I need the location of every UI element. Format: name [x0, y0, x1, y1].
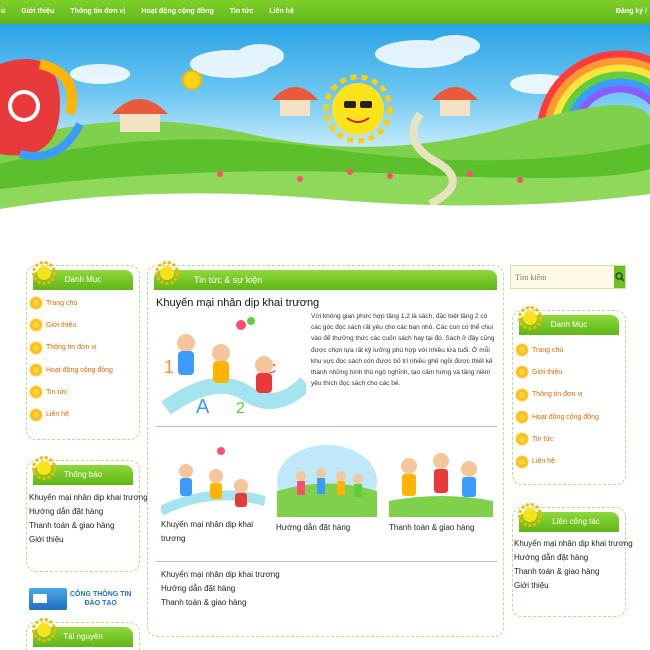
notice-link[interactable]: Giới thiệu: [29, 533, 135, 547]
bullet-icon: [517, 367, 527, 378]
menu-label: Liên hệ: [46, 411, 69, 419]
bullet-icon: [31, 365, 41, 376]
portal-logo[interactable]: CỔNG THÔNG TIN ĐÀO TẠO: [29, 588, 139, 610]
menu-label: Thông tin đơn vị: [46, 344, 97, 352]
nav-unit-info[interactable]: Thông tin đơn vị: [62, 0, 133, 24]
svg-text:A: A: [196, 396, 210, 418]
left-category-list: Trang chủ Giới thiệu Thông tin đơn vị Ho…: [31, 292, 135, 426]
left-menu-community[interactable]: Hoạt động cộng đồng: [31, 359, 135, 381]
search-icon: [614, 272, 625, 282]
right-menu-home[interactable]: Trang chủ: [517, 339, 621, 361]
left-menu-contact[interactable]: Liên hệ: [31, 403, 135, 425]
contact-box: Liên công tác Khuyến mại nhân dịp khai t…: [512, 503, 633, 617]
right-menu-about[interactable]: Giới thiệu: [517, 361, 621, 383]
bullet-icon: [31, 409, 41, 420]
menu-label: Trang chủ: [46, 299, 78, 307]
article-body: Với không gian phức hợp tầng 1,2 là sách…: [311, 313, 495, 388]
register-link[interactable]: Đăng ký /: [616, 0, 650, 24]
left-menu-news[interactable]: Tin tức: [31, 381, 135, 403]
banner-illustration: [0, 35, 650, 224]
menu-label: Hoạt động cộng đồng: [532, 413, 599, 421]
nav-news[interactable]: Tin tức: [222, 0, 262, 24]
search-button[interactable]: [614, 266, 625, 288]
sun-icon: [31, 455, 57, 481]
svg-text:1: 1: [164, 357, 174, 377]
left-menu-home[interactable]: Trang chủ: [31, 292, 135, 314]
resource-box: Tài nguyên: [26, 618, 140, 650]
news-link-list: Khuyến mại nhân dịp khai trương Hướng dẫ…: [161, 568, 461, 610]
article-title[interactable]: Khuyến mại nhân dịp khai trương: [156, 297, 319, 309]
contact-list: Khuyến mại nhân dịp khai trương Hướng dẫ…: [514, 537, 633, 593]
thumb-caption-1[interactable]: Khuyến mại nhân dịp khai trương: [161, 518, 265, 546]
sun-icon: [31, 617, 57, 643]
right-menu-unit-info[interactable]: Thông tin đơn vị: [517, 384, 621, 406]
menu-label: Trang chủ: [532, 346, 564, 354]
thumb-2[interactable]: [276, 441, 378, 517]
top-nav-bar: ủ Giới thiệu Thông tin đơn vị Hoạt động …: [0, 0, 650, 24]
sun-icon: [31, 260, 57, 286]
nav-home[interactable]: ủ: [0, 0, 13, 24]
left-menu-unit-info[interactable]: Thông tin đơn vị: [31, 337, 135, 359]
right-category-box: Danh Mục Trang chủ Giới thiệu Thông tin …: [512, 306, 626, 485]
contact-link[interactable]: Thanh toán & giao hàng: [514, 565, 621, 579]
thumb-3[interactable]: [389, 441, 493, 517]
divider: [156, 426, 497, 427]
thumb-caption-2[interactable]: Hướng dẫn đặt hàng: [276, 521, 380, 535]
notice-box: Thông báo Khuyến mại nhân dịp khai trươn…: [26, 456, 148, 572]
news-link[interactable]: Thanh toán & giao hàng: [161, 596, 461, 610]
card-icon: [29, 588, 67, 610]
sun-icon: [517, 502, 543, 528]
bullet-icon: [517, 456, 527, 467]
search-box: [510, 265, 626, 289]
menu-label: Hoạt động cộng đồng: [46, 366, 113, 374]
left-menu-about[interactable]: Giới thiệu: [31, 314, 135, 336]
contact-link[interactable]: Giới thiệu: [514, 579, 621, 593]
bullet-icon: [31, 320, 41, 331]
main-nav: ủ Giới thiệu Thông tin đơn vị Hoạt động …: [0, 0, 302, 24]
notice-link[interactable]: Thanh toán & giao hàng: [29, 519, 135, 533]
right-category-list: Trang chủ Giới thiệu Thông tin đơn vị Ho…: [517, 339, 621, 473]
bullet-icon: [31, 342, 41, 353]
menu-label: Liên hệ: [532, 458, 555, 466]
menu-label: Giới thiệu: [532, 368, 563, 376]
menu-label: Giới thiệu: [46, 321, 77, 329]
sun-icon: [517, 305, 543, 331]
notice-link[interactable]: Khuyến mại nhân dịp khai trương: [29, 491, 148, 505]
news-link[interactable]: Hướng dẫn đặt hàng: [161, 582, 461, 596]
sun-icon: [154, 260, 180, 286]
left-category-box: Danh Mục Trang chủ Giới thiệu Thông tin …: [26, 261, 140, 440]
bullet-icon: [31, 298, 41, 309]
thumb-1[interactable]: [158, 441, 267, 517]
bullet-icon: [517, 434, 527, 445]
bullet-icon: [517, 412, 527, 423]
menu-label: Thông tin đơn vị: [532, 391, 583, 399]
bullet-icon: [31, 387, 41, 398]
logo-line1: CỔNG THÔNG TIN: [70, 591, 132, 598]
svg-text:2: 2: [236, 400, 245, 417]
bullet-icon: [517, 389, 527, 400]
right-menu-contact[interactable]: Liên hệ: [517, 450, 621, 472]
thumb-caption-3[interactable]: Thanh toán & giao hàng: [389, 521, 493, 535]
right-menu-community[interactable]: Hoạt động cộng đồng: [517, 406, 621, 428]
nav-about[interactable]: Giới thiệu: [13, 0, 62, 24]
right-menu-news[interactable]: Tin tức: [517, 428, 621, 450]
news-title: Tin tức & sự kiện: [194, 275, 263, 285]
nav-contact[interactable]: Liên hệ: [261, 0, 302, 24]
news-header: Tin tức & sự kiện: [154, 270, 497, 290]
divider: [156, 561, 497, 562]
notice-link[interactable]: Hướng dẫn đặt hàng: [29, 505, 135, 519]
logo-line2: ĐÀO TẠO: [84, 600, 117, 607]
news-link[interactable]: Khuyến mại nhân dịp khai trương: [161, 568, 461, 582]
menu-label: Tin tức: [46, 388, 68, 396]
notice-list: Khuyến mại nhân dịp khai trương Hướng dẫ…: [29, 491, 148, 547]
contact-link[interactable]: Khuyến mại nhân dịp khai trương: [514, 537, 633, 551]
bullet-icon: [517, 345, 527, 356]
menu-label: Tin tức: [532, 435, 554, 443]
search-input[interactable]: [511, 266, 614, 288]
featured-image[interactable]: 1 A 2 C: [156, 313, 312, 418]
header-banner: [0, 24, 650, 224]
nav-community[interactable]: Hoạt động cộng đồng: [133, 0, 221, 24]
contact-link[interactable]: Hướng dẫn đặt hàng: [514, 551, 621, 565]
